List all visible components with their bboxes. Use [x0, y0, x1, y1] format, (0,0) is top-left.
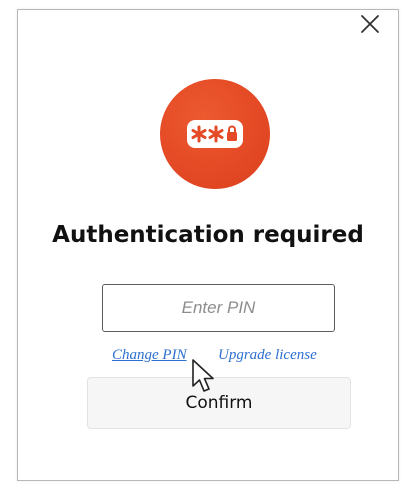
upgrade-license-link[interactable]: Upgrade license: [218, 347, 317, 364]
change-pin-link[interactable]: Change PIN: [112, 347, 187, 364]
confirm-button[interactable]: Confirm: [87, 377, 351, 429]
dialog-title: Authentication required: [52, 222, 364, 248]
close-icon: [361, 15, 379, 33]
pin-input[interactable]: [102, 284, 335, 332]
close-button[interactable]: [356, 10, 384, 38]
password-key-icon: [160, 79, 270, 189]
page: Authentication required Change PIN Upgra…: [0, 0, 416, 488]
